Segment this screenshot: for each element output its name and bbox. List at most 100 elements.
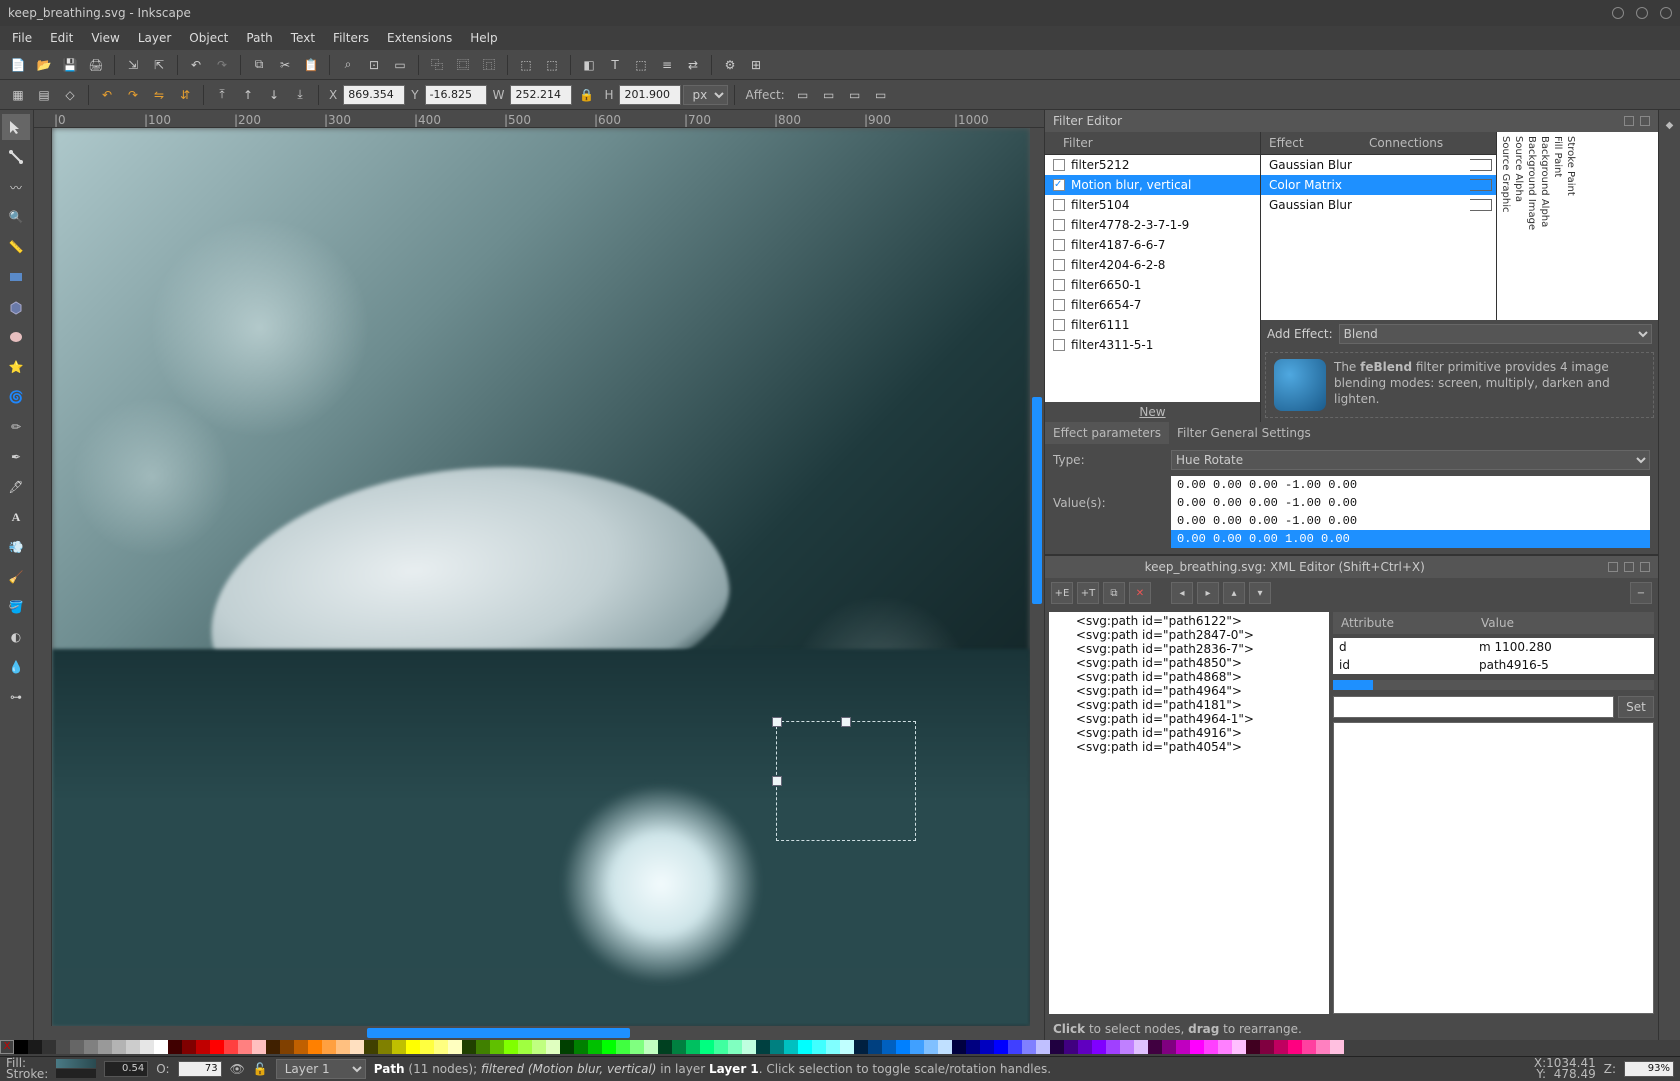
color-swatch[interactable] <box>910 1040 924 1054</box>
doc-prefs-icon[interactable]: ⊞ <box>744 53 768 77</box>
color-swatch[interactable] <box>364 1040 378 1054</box>
unlink-clone-icon[interactable]: ⿵ <box>477 53 501 77</box>
color-swatch[interactable] <box>644 1040 658 1054</box>
color-swatch[interactable] <box>574 1040 588 1054</box>
layer-select[interactable]: Layer 1 <box>276 1059 366 1079</box>
zoom-selection-icon[interactable]: ⌕ <box>336 53 360 77</box>
menu-edit[interactable]: Edit <box>42 29 81 47</box>
xml-attr-row[interactable]: idpath4916-5 <box>1333 656 1654 674</box>
text-tool-icon[interactable]: A <box>2 504 30 530</box>
select-all-icon[interactable]: ▦ <box>6 83 30 107</box>
color-swatch[interactable] <box>140 1040 154 1054</box>
menu-extensions[interactable]: Extensions <box>379 29 460 47</box>
ellipse-tool-icon[interactable] <box>2 324 30 350</box>
color-swatch[interactable] <box>28 1040 42 1054</box>
color-swatch[interactable] <box>252 1040 266 1054</box>
measure-tool-icon[interactable]: 📏 <box>2 234 30 260</box>
eraser-tool-icon[interactable]: 🧹 <box>2 564 30 590</box>
gradient-tool-icon[interactable]: ◐ <box>2 624 30 650</box>
move-up-icon[interactable]: ▴ <box>1223 582 1245 604</box>
filter-list[interactable]: filter5212Motion blur, verticalfilter510… <box>1045 155 1260 402</box>
duplicate-node-icon[interactable]: ⧉ <box>1103 582 1125 604</box>
lock-aspect-icon[interactable]: 🔒 <box>574 83 598 107</box>
color-swatch[interactable] <box>1134 1040 1148 1054</box>
values-matrix[interactable]: 0.00 0.00 0.00 -1.00 0.000.00 0.00 0.00 … <box>1171 476 1650 548</box>
matrix-row[interactable]: 0.00 0.00 0.00 -1.00 0.00 <box>1171 512 1650 530</box>
color-swatch[interactable] <box>154 1040 168 1054</box>
color-swatch[interactable] <box>826 1040 840 1054</box>
color-swatch[interactable] <box>924 1040 938 1054</box>
selection-box[interactable] <box>776 721 916 841</box>
color-swatch[interactable] <box>630 1040 644 1054</box>
menu-object[interactable]: Object <box>181 29 236 47</box>
xml-node[interactable]: <svg:path id="path4054"> <box>1051 740 1327 754</box>
tab-effect-parameters[interactable]: Effect parameters <box>1045 422 1169 444</box>
color-swatch[interactable] <box>672 1040 686 1054</box>
color-swatch[interactable] <box>392 1040 406 1054</box>
color-swatch[interactable] <box>1022 1040 1036 1054</box>
selector-tool-icon[interactable] <box>2 114 30 140</box>
color-swatch[interactable] <box>546 1040 560 1054</box>
attr-name-input[interactable] <box>1333 696 1614 718</box>
color-swatch[interactable] <box>1190 1040 1204 1054</box>
zoom-page-icon[interactable]: ▭ <box>388 53 412 77</box>
color-swatch[interactable] <box>1176 1040 1190 1054</box>
color-swatch[interactable] <box>420 1040 434 1054</box>
xml-node[interactable]: <svg:path id="path4964-1"> <box>1051 712 1327 726</box>
indent-icon[interactable]: ▸ <box>1197 582 1219 604</box>
xml-node[interactable]: <svg:path id="path6122"> <box>1051 614 1327 628</box>
matrix-row[interactable]: 0.00 0.00 0.00 -1.00 0.00 <box>1171 476 1650 494</box>
color-swatch[interactable] <box>518 1040 532 1054</box>
color-swatch[interactable] <box>1078 1040 1092 1054</box>
canvas-hscrollbar[interactable] <box>34 1026 1044 1040</box>
affect-gradient-icon[interactable]: ▭ <box>843 83 867 107</box>
color-swatch[interactable] <box>126 1040 140 1054</box>
color-swatch[interactable] <box>1148 1040 1162 1054</box>
rotate-cw-icon[interactable]: ↷ <box>121 83 145 107</box>
lower-bottom-icon[interactable]: ⤓ <box>288 83 312 107</box>
zoom-input[interactable] <box>1624 1061 1674 1077</box>
fill-swatch[interactable] <box>56 1059 96 1068</box>
color-swatch[interactable] <box>476 1040 490 1054</box>
color-swatch[interactable] <box>294 1040 308 1054</box>
close-icon[interactable] <box>1660 7 1672 19</box>
color-swatch[interactable] <box>308 1040 322 1054</box>
color-swatch[interactable] <box>868 1040 882 1054</box>
color-swatch[interactable] <box>784 1040 798 1054</box>
matrix-row[interactable]: 0.00 0.00 0.00 1.00 0.00 <box>1171 530 1650 548</box>
color-swatch[interactable] <box>658 1040 672 1054</box>
filter-item[interactable]: Motion blur, vertical <box>1045 175 1260 195</box>
color-swatch[interactable] <box>168 1040 182 1054</box>
layer-lock-icon[interactable]: 🔓 <box>253 1062 268 1076</box>
color-swatch[interactable] <box>896 1040 910 1054</box>
type-select[interactable]: Hue Rotate <box>1171 450 1650 470</box>
prefs-icon[interactable]: ⚙ <box>718 53 742 77</box>
color-swatch[interactable] <box>42 1040 56 1054</box>
text-props-icon[interactable]: T <box>603 53 627 77</box>
color-swatch[interactable] <box>1204 1040 1218 1054</box>
color-swatch[interactable] <box>966 1040 980 1054</box>
color-swatch[interactable] <box>1330 1040 1344 1054</box>
color-swatch[interactable] <box>210 1040 224 1054</box>
cut-icon[interactable]: ✂ <box>273 53 297 77</box>
filter-item[interactable]: filter5104 <box>1045 195 1260 215</box>
color-swatch[interactable] <box>1092 1040 1106 1054</box>
canvas-vscrollbar[interactable] <box>1030 128 1044 1026</box>
filter-item[interactable]: filter6111 <box>1045 315 1260 335</box>
color-swatch[interactable] <box>1162 1040 1176 1054</box>
dropper-tool-icon[interactable]: 💧 <box>2 654 30 680</box>
zoom-drawing-icon[interactable]: ⊡ <box>362 53 386 77</box>
color-swatch[interactable] <box>588 1040 602 1054</box>
flip-h-icon[interactable]: ⇋ <box>147 83 171 107</box>
node-tool-icon[interactable] <box>2 144 30 170</box>
color-swatch[interactable] <box>112 1040 126 1054</box>
w-input[interactable] <box>510 85 572 105</box>
color-swatch[interactable] <box>1036 1040 1050 1054</box>
color-swatch[interactable] <box>1288 1040 1302 1054</box>
color-swatch[interactable] <box>1246 1040 1260 1054</box>
layer-visibility-icon[interactable]: 👁 <box>230 1062 245 1076</box>
color-swatch[interactable] <box>532 1040 546 1054</box>
spiral-tool-icon[interactable]: 🌀 <box>2 384 30 410</box>
set-attr-button[interactable]: Set <box>1618 696 1654 718</box>
xml-editor-icon[interactable]: ⬚ <box>629 53 653 77</box>
